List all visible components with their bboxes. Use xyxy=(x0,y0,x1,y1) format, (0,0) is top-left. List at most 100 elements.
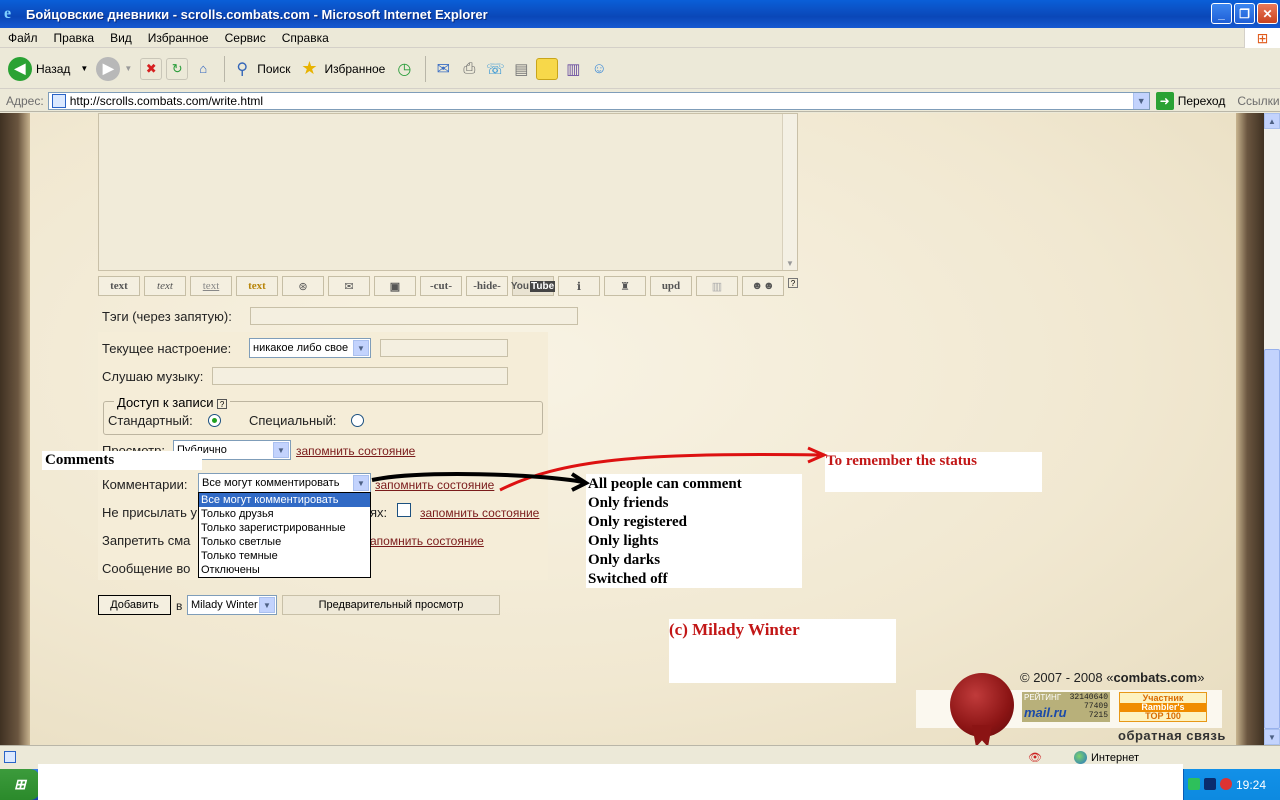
remember-annotation: To remember the status xyxy=(826,453,977,469)
add-button[interactable]: Добавить xyxy=(98,595,171,615)
comments-annotation-title: Comments xyxy=(45,452,115,468)
maximize-button[interactable]: ❐ xyxy=(1234,3,1255,24)
comments-select[interactable]: Все могут комментировать ▼ xyxy=(198,473,371,493)
scroll-down-icon[interactable]: ▼ xyxy=(783,256,797,270)
mail-icon[interactable]: ✉ xyxy=(432,58,454,80)
access-special-radio[interactable] xyxy=(351,414,364,427)
menu-favorites[interactable]: Избранное xyxy=(140,31,217,45)
favorites-button[interactable]: ★ Избранное xyxy=(299,58,385,80)
page-scrollbar[interactable]: ▲ ▼ xyxy=(1264,113,1280,745)
option-translation: All people can comment xyxy=(588,476,742,492)
chevron-down-icon: ▼ xyxy=(353,340,369,356)
close-button[interactable]: ✕ xyxy=(1257,3,1278,24)
history-icon[interactable]: ◷ xyxy=(393,58,415,80)
mood-custom-input[interactable] xyxy=(380,339,508,357)
go-arrow-icon: ➜ xyxy=(1155,91,1174,110)
update-button[interactable]: upd xyxy=(650,276,692,296)
address-input[interactable]: http://scrolls.combats.com/write.html ▼ xyxy=(47,91,1150,110)
clock: 19:24 xyxy=(1235,778,1266,792)
comments-option[interactable]: Отключены xyxy=(199,563,370,577)
scroll-up-icon[interactable]: ▲ xyxy=(1264,113,1280,129)
tags-label: Тэги (через запятую): xyxy=(102,309,232,324)
toolbar-separator xyxy=(425,55,427,82)
remember-no-send-link[interactable]: запомнить состояние xyxy=(420,506,539,520)
italic-button[interactable]: text xyxy=(144,276,186,296)
menu-help[interactable]: Справка xyxy=(274,31,337,45)
link-icon[interactable]: ⊛ xyxy=(282,276,324,296)
mail-link-icon[interactable]: ✉ xyxy=(328,276,370,296)
privacy-icon[interactable]: 👁 xyxy=(1028,751,1042,764)
character-icon[interactable]: ♜ xyxy=(604,276,646,296)
access-help-icon[interactable]: ? xyxy=(217,398,228,409)
minimize-button[interactable]: _ xyxy=(1211,3,1232,24)
author-select[interactable]: Milady Winter ▼ xyxy=(187,595,277,615)
post-textarea[interactable]: ▼ xyxy=(98,113,798,271)
comments-option[interactable]: Только зарегистрированные xyxy=(199,521,370,535)
scroll-down-icon[interactable]: ▼ xyxy=(1264,729,1280,745)
refresh-icon[interactable]: ↻ xyxy=(166,57,189,80)
edit-icon[interactable]: ▤ xyxy=(510,58,532,80)
mailru-counter[interactable]: РЕЙТИНГ 32140640 77409 7215 mail.ru xyxy=(1022,692,1110,722)
no-send-label-tail: ях: xyxy=(370,505,388,520)
hide-button[interactable]: -hide- xyxy=(466,276,508,296)
copyright: © 2007 - 2008 «combats.com» xyxy=(1020,670,1205,685)
textarea-scrollbar[interactable]: ▼ xyxy=(782,114,797,270)
forward-button[interactable]: ▶ ▼ xyxy=(96,56,132,81)
cut-button[interactable]: -cut- xyxy=(420,276,462,296)
back-button[interactable]: ◀ Назад ▼ xyxy=(8,56,88,81)
smiles-icon[interactable]: ☻☻ xyxy=(742,276,784,296)
message-label: Сообщение во xyxy=(102,561,191,576)
stop-icon[interactable]: ✖ xyxy=(140,57,163,80)
image-icon[interactable]: ▣ xyxy=(374,276,416,296)
network-icon[interactable] xyxy=(1220,778,1232,790)
forward-dropdown-icon[interactable]: ▼ xyxy=(124,64,132,73)
underline-button[interactable]: text xyxy=(190,276,232,296)
preview-button[interactable]: Предварительный просмотр xyxy=(282,595,500,615)
home-icon[interactable]: ⌂ xyxy=(192,58,214,80)
messenger-icon[interactable]: ☺ xyxy=(588,58,610,80)
comments-option[interactable]: Все могут комментировать xyxy=(199,493,370,507)
poll-icon[interactable]: ▥ xyxy=(696,276,738,296)
remember-comments-link[interactable]: запомнить состояние xyxy=(375,478,494,492)
mood-select[interactable]: никакое либо свое ▼ xyxy=(249,338,371,358)
links-button[interactable]: Ссылки xyxy=(1237,94,1279,108)
windows-logo-icon: ⊞ xyxy=(1244,28,1280,48)
menu-edit[interactable]: Правка xyxy=(46,31,103,45)
back-dropdown-icon[interactable]: ▼ xyxy=(80,64,88,73)
address-dropdown-icon[interactable]: ▼ xyxy=(1132,92,1149,109)
remember-view-link[interactable]: запомнить состояние xyxy=(296,444,415,458)
feedback-link[interactable]: обратная связь xyxy=(1118,728,1226,743)
comments-option[interactable]: Только друзья xyxy=(199,507,370,521)
skype-icon[interactable]: ☏ xyxy=(484,58,506,80)
notes-icon[interactable] xyxy=(536,57,559,80)
comments-option[interactable]: Только светлые xyxy=(199,535,370,549)
research-icon[interactable]: ▥ xyxy=(562,58,584,80)
start-button[interactable]: ⊞ xyxy=(0,769,40,800)
access-standard-radio[interactable] xyxy=(208,414,221,427)
tray-icon[interactable] xyxy=(1204,778,1216,790)
color-text-button[interactable]: text xyxy=(236,276,278,296)
no-send-checkbox[interactable] xyxy=(397,503,411,517)
go-button[interactable]: ➜ Переход xyxy=(1155,91,1225,110)
search-button[interactable]: ⚲ Поиск xyxy=(231,58,290,80)
youtube-button[interactable]: You Tube xyxy=(511,276,556,296)
tray-icon[interactable] xyxy=(1188,778,1200,790)
scroll-thumb[interactable] xyxy=(1264,349,1280,729)
access-special-label: Специальный: xyxy=(249,413,337,428)
address-bar: Адрес: http://scrolls.combats.com/write.… xyxy=(0,90,1280,112)
paper-left-edge xyxy=(0,113,30,745)
music-input[interactable] xyxy=(212,367,508,385)
comments-option[interactable]: Только темные xyxy=(199,549,370,563)
menu-view[interactable]: Вид xyxy=(102,31,140,45)
help-icon[interactable]: ? xyxy=(788,278,798,288)
remember-forbid-link[interactable]: апомнить состояние xyxy=(370,534,484,548)
info-icon[interactable]: ℹ xyxy=(558,276,600,296)
comments-dropdown-list: Все могут комментировать Только друзья Т… xyxy=(198,492,371,578)
tags-input[interactable] xyxy=(250,307,578,325)
menu-tools[interactable]: Сервис xyxy=(217,31,274,45)
print-icon[interactable]: ⎙ xyxy=(458,58,480,80)
menu-file[interactable]: Файл xyxy=(0,31,46,45)
bold-button[interactable]: text xyxy=(98,276,140,296)
ie-icon: e xyxy=(4,5,12,22)
rambler-counter[interactable]: Участник Rambler's TOP 100 xyxy=(1119,692,1207,722)
